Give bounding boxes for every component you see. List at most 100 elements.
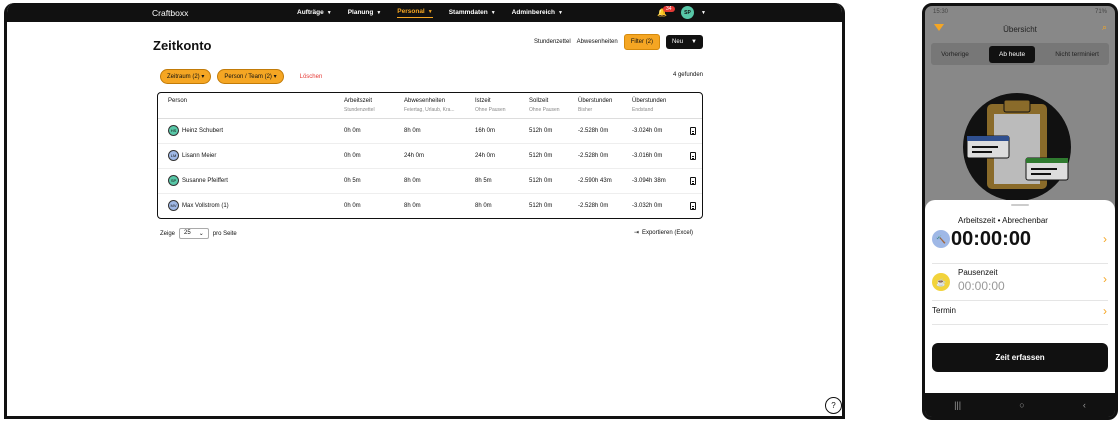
- chevron-right-icon: ›: [1103, 232, 1107, 246]
- col-istzeit[interactable]: Istzeit Ohne Pausen: [475, 98, 506, 113]
- cell-abwesenheiten: 8h 0m: [404, 178, 421, 184]
- arbeitszeit-label: Arbeitszeit • Abrechenbar: [958, 216, 1048, 225]
- col-ueberstunden-bisher[interactable]: Überstunden Bisher: [578, 98, 612, 113]
- phone-header: Übersicht ⌕: [925, 18, 1115, 40]
- phone-status-bar: 15:30 71%: [925, 6, 1115, 18]
- document-icon[interactable]: [690, 127, 696, 135]
- stundenzettel-link[interactable]: Stundenzettel: [534, 39, 571, 45]
- segment-nicht-terminiert[interactable]: Nicht terminiert: [1055, 51, 1099, 58]
- divider: [932, 324, 1108, 325]
- caret-down-icon: ▾: [273, 74, 277, 80]
- caret-down-icon[interactable]: ▼: [701, 10, 706, 16]
- cell-abwesenheiten: 8h 0m: [404, 128, 421, 134]
- filter-button[interactable]: Filter (2): [623, 34, 661, 50]
- desktop-window: Craftboxx Aufträge ▼ Planung ▼ Personal ▼ S…: [4, 3, 845, 419]
- recent-apps-icon[interactable]: |||: [954, 400, 961, 410]
- home-icon[interactable]: ○: [1019, 400, 1024, 410]
- phone-window: 15:30 71% Übersicht ⌕ Vorherige Ab heute…: [922, 3, 1118, 420]
- page-title: Zeitkonto: [153, 38, 212, 53]
- document-icon[interactable]: [690, 202, 696, 210]
- nav-adminbereich[interactable]: Adminbereich ▼: [512, 9, 563, 16]
- caret-down-icon: ▼: [691, 39, 697, 45]
- sheet-handle[interactable]: [1011, 204, 1029, 206]
- chip-person-team[interactable]: Person / Team (2) ▾: [217, 69, 284, 84]
- chevron-right-icon: ›: [1103, 304, 1107, 318]
- top-navbar: Craftboxx Aufträge ▼ Planung ▼ Personal ▼ S…: [7, 3, 842, 22]
- segment-ab-heute[interactable]: Ab heute: [989, 45, 1036, 63]
- filter-chips: Zeitraum (2) ▾ Person / Team (2) ▾ Lösch…: [160, 69, 322, 84]
- person-name[interactable]: Heinz Schubert: [182, 128, 223, 134]
- new-button[interactable]: Neu ▼: [666, 35, 703, 49]
- chevron-right-icon: ›: [1103, 272, 1107, 286]
- nav-stammdaten[interactable]: Stammdaten ▼: [449, 9, 496, 16]
- back-icon[interactable]: ‹: [1083, 400, 1086, 410]
- table-row[interactable]: MV Max Vollstrom (1) 0h 0m 8h 0m 8h 0m 512h 0…: [158, 194, 702, 219]
- termin-row[interactable]: Termin ›: [932, 304, 1110, 322]
- termin-label: Termin: [932, 306, 957, 315]
- person-avatar: LM: [168, 150, 179, 161]
- cell-abwesenheiten: 24h 0m: [404, 153, 425, 159]
- col-sollzeit[interactable]: Sollzeit Ohne Pausen: [529, 98, 560, 113]
- clipboard-illustration: [963, 93, 1071, 201]
- clear-filters-link[interactable]: Löschen: [300, 74, 323, 80]
- col-person[interactable]: Person: [168, 98, 187, 104]
- user-avatar[interactable]: SP: [680, 6, 694, 19]
- table-row[interactable]: SP Susanne Pfeiffert 0h 5m 8h 0m 8h 5m 512h 0…: [158, 169, 702, 194]
- zeit-erfassen-button[interactable]: Zeit erfassen: [932, 343, 1108, 372]
- person-avatar: HS: [168, 125, 179, 136]
- person-avatar: SP: [168, 175, 179, 186]
- person-cell: MV Max Vollstrom (1): [168, 200, 229, 211]
- topbar-right: 🔔 34 SP ▼: [657, 6, 706, 19]
- search-icon[interactable]: ⌕: [1102, 22, 1107, 33]
- export-icon: ⇥: [633, 230, 639, 236]
- document-icon[interactable]: [690, 152, 696, 160]
- zeitkonto-table: Person Arbeitszeit Stundenzettel Abwesenh…: [157, 92, 703, 219]
- export-excel-button[interactable]: ⇥ Exportieren (Excel): [633, 229, 693, 237]
- filter-icon[interactable]: [934, 24, 944, 31]
- brand-logo[interactable]: Craftboxx: [152, 8, 188, 18]
- hammer-icon: 🔨: [932, 230, 950, 248]
- pager-prefix: Zeige: [160, 230, 176, 237]
- cell-sollzeit: 512h 0m: [529, 153, 553, 159]
- bell-icon[interactable]: 🔔 34: [657, 6, 675, 17]
- nav-planung[interactable]: Planung ▼: [348, 9, 382, 16]
- pager-suffix: pro Seite: [212, 230, 237, 237]
- divider: [932, 263, 1108, 264]
- caret-down-icon: ▼: [326, 10, 332, 16]
- person-cell: LM Lisann Meier: [168, 150, 216, 161]
- cell-ueber-end: -3.024h 0m: [632, 128, 663, 134]
- segment-control: Vorherige Ab heute Nicht terminiert: [931, 43, 1109, 65]
- help-button[interactable]: ?: [825, 397, 842, 414]
- person-name[interactable]: Lisann Meier: [182, 153, 216, 159]
- main-nav: Aufträge ▼ Planung ▼ Personal ▼ Stammdaten ▼…: [297, 3, 563, 22]
- pausenzeit-row[interactable]: ☕ Pausenzeit 00:00:00 ›: [932, 268, 1110, 298]
- arbeitszeit-timer: 00:00:00: [951, 228, 1032, 250]
- chip-zeitraum[interactable]: Zeitraum (2) ▾: [160, 69, 212, 84]
- col-arbeitszeit[interactable]: Arbeitszeit Stundenzettel: [344, 98, 375, 113]
- abwesenheiten-link[interactable]: Abwesenheiten: [577, 39, 618, 45]
- person-name[interactable]: Susanne Pfeiffert: [182, 178, 228, 184]
- caret-down-icon: ▼: [376, 10, 382, 16]
- page-size-select[interactable]: 25 ⌄: [179, 228, 209, 239]
- caret-down-icon: ▼: [558, 10, 563, 16]
- nav-auftraege[interactable]: Aufträge ▼: [297, 9, 332, 16]
- phone-title: Übersicht: [1003, 24, 1037, 34]
- notification-badge: 34: [663, 6, 675, 12]
- col-ueberstunden-endstand[interactable]: Überstunden Endstand: [632, 98, 666, 113]
- nav-personal[interactable]: Personal ▼: [397, 8, 433, 18]
- pausenzeit-timer: 00:00:00: [958, 279, 1005, 293]
- cell-arbeitszeit: 0h 0m: [344, 203, 361, 209]
- col-abwesenheiten[interactable]: Abwesenheiten Feiertag, Urlaub, Kra...: [404, 98, 455, 113]
- cell-sollzeit: 512h 0m: [529, 178, 553, 184]
- document-icon[interactable]: [690, 177, 696, 185]
- person-name[interactable]: Max Vollstrom (1): [182, 203, 229, 209]
- android-nav-bar: ||| ○ ‹: [925, 393, 1115, 417]
- cell-sollzeit: 512h 0m: [529, 128, 553, 134]
- arbeitszeit-row[interactable]: Arbeitszeit • Abrechenbar 🔨 00:00:00 ›: [932, 216, 1110, 258]
- cell-ueber-end: -3.094h 38m: [632, 178, 666, 184]
- person-cell: HS Heinz Schubert: [168, 125, 223, 136]
- table-row[interactable]: LM Lisann Meier 0h 0m 24h 0m 24h 0m 512h 0m -2…: [158, 144, 702, 169]
- cell-istzeit: 8h 5m: [475, 178, 492, 184]
- segment-vorherige[interactable]: Vorherige: [941, 51, 969, 58]
- table-row[interactable]: HS Heinz Schubert 0h 0m 8h 0m 16h 0m 512h 0m -…: [158, 119, 702, 144]
